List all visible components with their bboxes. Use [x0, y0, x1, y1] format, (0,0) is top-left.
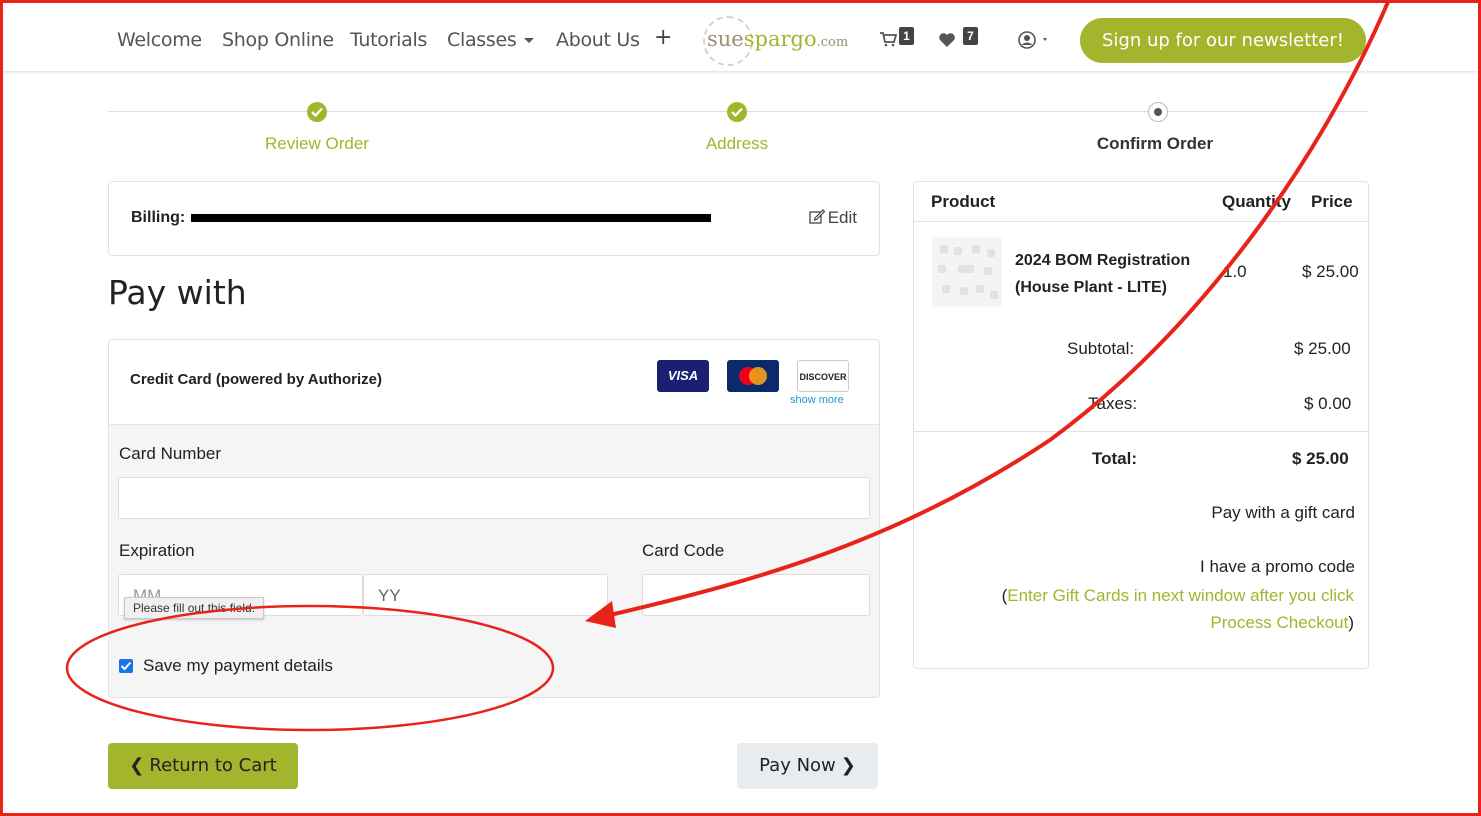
card-number-input[interactable] — [118, 477, 870, 519]
edit-label: Edit — [827, 208, 857, 227]
gift-card-link[interactable]: Pay with a gift card — [1211, 503, 1355, 523]
subtotal-value: $ 25.00 — [1294, 339, 1351, 358]
discover-logo: DISCOVER — [797, 360, 849, 392]
product-thumbnail[interactable] — [932, 237, 1002, 307]
expiration-label: Expiration — [119, 541, 195, 560]
validation-tooltip: Please fill out this field. — [124, 597, 265, 619]
cart-count-badge: 1 — [899, 27, 914, 45]
card-code-label: Card Code — [642, 541, 725, 560]
payment-method-header[interactable]: Credit Card (powered by Authorize) VISA … — [109, 340, 879, 425]
logo-text-spargo: spargo — [743, 27, 817, 51]
product-price: $ 25.00 — [1302, 262, 1359, 281]
order-summary-panel: Product Quantity Price 2024 BOM Registra… — [913, 181, 1369, 669]
pay-now-label: Pay Now — [759, 755, 836, 776]
save-payment-checkbox[interactable] — [119, 659, 133, 673]
top-navbar: Welcome Shop Online Tutorials Classes Ab… — [3, 3, 1478, 71]
heart-icon[interactable] — [938, 32, 956, 53]
step-review-check-icon — [307, 102, 327, 122]
discover-logo-text: DISCOVER — [799, 372, 847, 382]
wishlist-count-badge: 7 — [963, 27, 978, 45]
nav-about-us[interactable]: About Us — [556, 29, 640, 51]
credit-card-panel: Credit Card (powered by Authorize) VISA … — [108, 339, 880, 698]
nav-classes[interactable]: Classes — [447, 29, 535, 51]
pay-now-button[interactable]: Pay Now ❯ — [737, 743, 878, 789]
taxes-label: Taxes: — [1088, 394, 1138, 413]
chevron-right-icon: ❯ — [840, 755, 856, 776]
total-divider — [914, 431, 1368, 432]
site-logo[interactable]: suespargo.com — [707, 27, 848, 51]
product-quantity: 1.0 — [1223, 262, 1247, 281]
nav-welcome[interactable]: Welcome — [117, 29, 202, 51]
nav-shop-online[interactable]: Shop Online — [222, 29, 334, 51]
logo-text-sue: sue — [707, 27, 744, 51]
redacted-address-bar — [191, 214, 711, 222]
card-code-input[interactable] — [642, 574, 870, 616]
subtotal-label: Subtotal: — [1067, 339, 1135, 358]
return-to-cart-label: Return to Cart — [149, 755, 277, 776]
gift-note-link[interactable]: Enter Gift Cards in next window after yo… — [1007, 586, 1354, 632]
payment-method-title: Credit Card (powered by Authorize) — [130, 371, 382, 388]
header-divider — [914, 221, 1368, 222]
card-number-label: Card Number — [119, 444, 222, 463]
newsletter-signup-button[interactable]: Sign up for our newsletter! — [1080, 18, 1366, 63]
header-product: Product — [931, 192, 996, 211]
taxes-value: $ 0.00 — [1304, 394, 1352, 413]
expiration-year-input[interactable]: YY — [363, 574, 608, 616]
nav-classes-label: Classes — [447, 29, 517, 51]
user-account-icon[interactable] — [1018, 30, 1050, 55]
header-quantity: Quantity — [1222, 192, 1291, 211]
nav-tutorials[interactable]: Tutorials — [350, 29, 427, 51]
logo-text-com: .com — [816, 35, 849, 50]
edit-billing-link[interactable]: Edit — [809, 208, 857, 228]
visa-logo: VISA — [657, 360, 709, 392]
total-value: $ 25.00 — [1292, 449, 1349, 468]
edit-icon — [809, 209, 826, 224]
step-address[interactable]: Address — [627, 134, 847, 154]
return-to-cart-button[interactable]: ❮ Return to Cart — [108, 743, 298, 789]
promo-code-link[interactable]: I have a promo code — [1200, 557, 1355, 577]
show-more-link[interactable]: show more — [790, 394, 844, 406]
cart-icon[interactable] — [879, 31, 898, 52]
total-label: Total: — [1092, 449, 1138, 468]
product-name[interactable]: 2024 BOM Registration (House Plant - LIT… — [1015, 247, 1215, 301]
billing-label: Billing: — [131, 209, 186, 226]
plus-icon[interactable]: + — [654, 25, 672, 50]
step-address-check-icon — [727, 102, 747, 122]
billing-address-card: Billing: Edit — [108, 181, 880, 256]
step-confirm-current-icon — [1148, 102, 1168, 122]
pay-with-heading: Pay with — [108, 273, 247, 312]
gift-note-close: ) — [1348, 613, 1354, 632]
chevron-down-icon — [524, 38, 535, 43]
step-confirm-order: Confirm Order — [1096, 134, 1214, 153]
mastercard-logo — [727, 360, 779, 392]
save-payment-label[interactable]: Save my payment details — [143, 656, 333, 676]
gift-card-note: (Enter Gift Cards in next window after y… — [954, 582, 1354, 636]
header-price: Price — [1311, 192, 1353, 211]
step-review-order[interactable]: Review Order — [207, 134, 427, 154]
chevron-left-icon: ❮ — [129, 755, 145, 776]
